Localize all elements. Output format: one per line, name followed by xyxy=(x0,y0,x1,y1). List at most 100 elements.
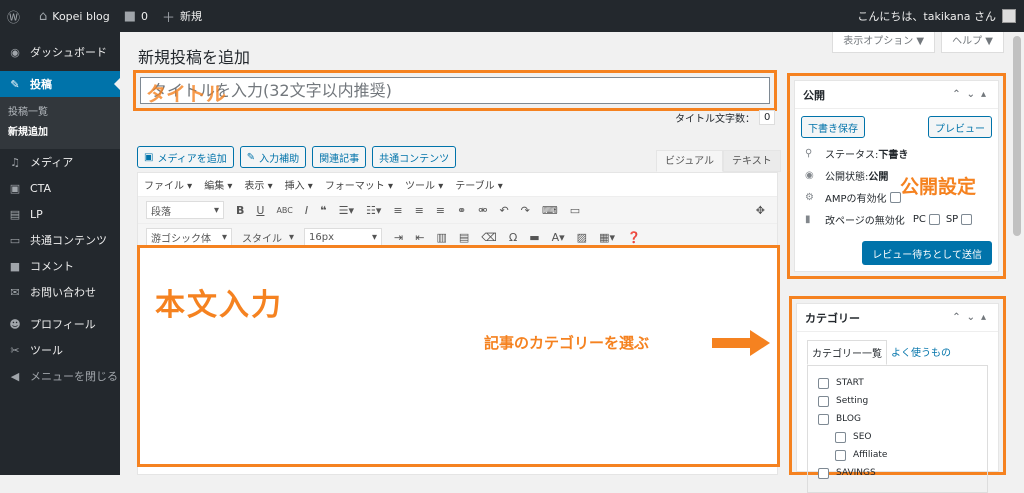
unlink-icon[interactable]: ⚮ xyxy=(478,204,487,217)
category-checkbox[interactable] xyxy=(818,467,829,479)
account-menu[interactable]: こんにちは、takikana さん xyxy=(857,0,1024,32)
underline-icon[interactable]: U xyxy=(256,204,264,217)
sidebar-item-tools[interactable]: ✂ ツール xyxy=(0,337,120,363)
align-left-icon[interactable]: ≡ xyxy=(393,204,402,217)
copy-icon[interactable]: ▤ xyxy=(459,231,469,244)
category-checkbox[interactable] xyxy=(818,377,829,389)
list-item[interactable]: START xyxy=(808,374,987,392)
list-item[interactable]: SEO xyxy=(808,428,987,446)
bullet-list-icon[interactable]: ☰▾ xyxy=(339,204,354,217)
save-draft-button[interactable]: 下書き保存 xyxy=(801,116,865,138)
list-item[interactable]: Setting xyxy=(808,392,987,410)
menu-tools[interactable]: ツール ▾ xyxy=(405,177,443,192)
menu-file[interactable]: ファイル ▾ xyxy=(144,177,192,192)
font-size-select[interactable]: 16px ▾ xyxy=(304,228,382,246)
category-checkbox[interactable] xyxy=(835,431,846,443)
sidebar-item-media[interactable]: ♫ メディア xyxy=(0,149,120,175)
pages-icon: ▮ xyxy=(805,213,811,225)
link-icon[interactable]: ⚭ xyxy=(457,204,466,217)
sidebar-item-posts[interactable]: ✎ 投稿 xyxy=(0,71,120,97)
amp-checkbox[interactable] xyxy=(889,191,901,203)
tab-popular-categories[interactable]: よく使うもの xyxy=(887,340,955,365)
submenu-add-new[interactable]: 新規追加 xyxy=(0,123,120,143)
screen-options-button[interactable]: 表示オプション ▼ xyxy=(832,32,936,53)
sidebar-item-dashboard[interactable]: ◉ ダッシュボード xyxy=(0,39,120,65)
input-assist-button[interactable]: ✎ 入力補助 xyxy=(239,146,307,168)
comments-link[interactable]: ■ 0 xyxy=(117,0,155,32)
redo-icon[interactable]: ↷ xyxy=(521,204,530,217)
image-icon[interactable]: ▨ xyxy=(577,231,587,244)
tab-all-categories[interactable]: カテゴリー一覧 xyxy=(807,340,887,365)
menu-table[interactable]: テーブル ▾ xyxy=(455,177,503,192)
site-name-link[interactable]: ⌂ Kopei blog xyxy=(32,0,117,32)
media-icon: ▣ xyxy=(144,151,154,163)
font-family-select[interactable]: 游ゴシック体 ▾ xyxy=(146,228,232,246)
keyboard-icon[interactable]: ⌨ xyxy=(542,204,558,217)
table-icon[interactable]: ▦▾ xyxy=(599,231,615,244)
help-icon[interactable]: ❓ xyxy=(627,231,641,244)
category-checkbox[interactable] xyxy=(818,395,829,407)
submit-for-review-button[interactable]: レビュー待ちとして送信 xyxy=(862,241,992,265)
sidebar-item-common-content[interactable]: ▭ 共通コンテンツ xyxy=(0,227,120,253)
paragraph-select[interactable]: 段落 ▾ xyxy=(146,201,224,219)
sidebar-item-cta[interactable]: ▣ CTA xyxy=(0,175,120,201)
tab-visual[interactable]: ビジュアル xyxy=(656,150,723,172)
menu-insert[interactable]: 挿入 ▾ xyxy=(285,177,313,192)
indent-icon[interactable]: ⇥ xyxy=(394,231,403,244)
eraser-icon[interactable]: ⌫ xyxy=(481,231,497,244)
text-color-icon[interactable]: A▾ xyxy=(552,231,565,244)
page-break-row: ▮ 改ページの無効化 PC SP xyxy=(795,208,998,230)
list-item[interactable]: SAVINGS xyxy=(808,464,987,482)
publish-actions: 下書き保存 プレビュー xyxy=(795,109,998,142)
category-checkbox[interactable] xyxy=(818,413,829,425)
bold-icon[interactable]: B xyxy=(236,204,244,217)
box-controls-icon[interactable]: ⌃⌄▴ xyxy=(952,89,992,100)
eye-icon: ◉ xyxy=(805,169,814,181)
preview-button[interactable]: プレビュー xyxy=(928,116,992,138)
common-content-button[interactable]: 共通コンテンツ xyxy=(372,146,457,168)
list-item[interactable]: BLOG xyxy=(808,410,987,428)
sp-checkbox[interactable] xyxy=(961,213,973,225)
tab-text[interactable]: テキスト xyxy=(723,150,781,172)
align-center-icon[interactable]: ≡ xyxy=(415,204,424,217)
scrollbar-thumb[interactable] xyxy=(1013,36,1021,236)
style-select[interactable]: スタイル ▾ xyxy=(238,228,298,246)
wordpress-logo[interactable]: Ⓦ xyxy=(0,0,32,32)
undo-icon[interactable]: ↶ xyxy=(499,204,508,217)
omega-icon[interactable]: Ω xyxy=(509,231,517,244)
more-tag-icon[interactable]: ▭ xyxy=(570,204,580,217)
box-controls-icon[interactable]: ⌃⌄▴ xyxy=(952,312,992,323)
title-highlight: タイトルを入力(32文字以内推奨) xyxy=(133,70,777,111)
italic-icon[interactable]: I xyxy=(305,204,308,217)
sidebar-item-comments[interactable]: ■ コメント xyxy=(0,253,120,279)
align-right-icon[interactable]: ≡ xyxy=(436,204,445,217)
submenu-all-posts[interactable]: 投稿一覧 xyxy=(0,103,120,123)
hr-icon[interactable]: ▬ xyxy=(529,231,539,244)
menu-view[interactable]: 表示 ▾ xyxy=(244,177,272,192)
chevron-down-icon: ▾ xyxy=(288,231,294,243)
scrollbar[interactable] xyxy=(1010,32,1024,475)
numbered-list-icon[interactable]: ☷▾ xyxy=(366,204,381,217)
pc-checkbox[interactable] xyxy=(928,213,940,225)
category-highlight: カテゴリー ⌃⌄▴ カテゴリー一覧 よく使うもの START Setting B… xyxy=(789,296,1006,493)
body-editor-area[interactable] xyxy=(137,245,780,467)
sidebar-item-lp[interactable]: ▤ LP xyxy=(0,201,120,227)
sidebar-item-profile[interactable]: ☻ プロフィール xyxy=(0,311,120,337)
fullscreen-icon[interactable]: ✥ xyxy=(756,204,765,217)
list-item[interactable]: Affiliate xyxy=(808,446,987,464)
menu-edit[interactable]: 編集 ▾ xyxy=(204,177,232,192)
collapse-menu-button[interactable]: ◀ メニューを閉じる xyxy=(0,363,120,389)
category-checkbox[interactable] xyxy=(835,449,846,461)
strikethrough-icon[interactable]: ABC xyxy=(276,206,292,215)
help-button[interactable]: ヘルプ ▼ xyxy=(941,32,1004,53)
menu-format[interactable]: フォーマット ▾ xyxy=(325,177,393,192)
new-content-link[interactable]: ＋新規 xyxy=(155,0,209,32)
title-input[interactable]: タイトルを入力(32文字以内推奨) xyxy=(140,77,770,104)
add-media-button[interactable]: ▣ メディアを追加 xyxy=(137,146,234,168)
paste-icon[interactable]: ▥ xyxy=(436,231,446,244)
folder-icon: ▭ xyxy=(9,233,21,247)
blockquote-icon[interactable]: ❝ xyxy=(320,204,326,217)
sidebar-item-contact[interactable]: ✉ お問い合わせ xyxy=(0,279,120,305)
related-posts-button[interactable]: 関連記事 xyxy=(312,146,367,168)
outdent-icon[interactable]: ⇤ xyxy=(415,231,424,244)
